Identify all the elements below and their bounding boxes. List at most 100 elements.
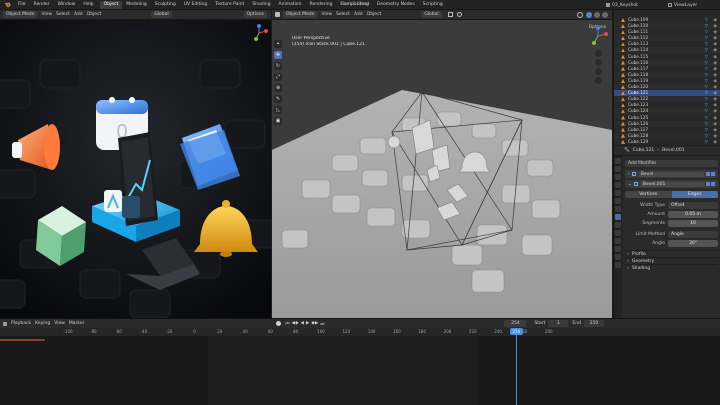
add-modifier-button[interactable]: Add Modifier [625,160,718,167]
property-value-field[interactable]: Angle [668,230,718,238]
render-menu-view[interactable]: View [41,12,52,17]
visibility-icon[interactable]: ◉ [713,139,717,145]
view-layer-tab-icon[interactable] [615,182,621,188]
menu-window[interactable]: Window [54,0,80,10]
render-options-dropdown[interactable]: Options [243,11,267,18]
proportional-edit-icon[interactable] [456,12,462,17]
pan-icon[interactable] [595,59,602,66]
timeline-ruler[interactable]: -100 -80 -60 -40 -20 0 20 40 60 80 100 120 140 160 180… [0,328,720,336]
viewport-mode-dropdown[interactable]: Object Mode [283,11,318,18]
solid-shading-icon[interactable] [586,11,592,18]
modifier-visibility-icon[interactable] [706,172,710,176]
render-menu-object[interactable]: Object [87,12,102,17]
render-menu-add[interactable]: Add [74,12,83,17]
viewport-visibility-icon[interactable] [577,11,583,18]
timeline-menu-marker[interactable]: Marker [69,321,85,326]
property-value-field[interactable]: 0.05 m [668,210,718,218]
modifier-bevel[interactable]: › Bevel [625,170,718,178]
modifier-tab-icon[interactable] [615,214,621,220]
output-tab-icon[interactable] [615,174,621,180]
prev-keyframe-icon[interactable]: ◀◆ [292,321,299,326]
camera-view-icon[interactable] [595,68,602,75]
timeline-menu-playback[interactable]: Playback [11,321,31,326]
play-reverse-icon[interactable]: ◀ [300,321,303,326]
workspace-tab-object[interactable]: Object [99,1,123,9]
playhead[interactable]: 254 [509,328,523,405]
world-tab-icon[interactable] [615,198,621,204]
render-viewport[interactable]: Object Mode View Select Add Object Globa… [0,10,271,318]
jump-end-icon[interactable]: ⏭ [320,321,324,327]
material-tab-icon[interactable] [615,254,621,260]
viewport-menu-add[interactable]: Add [354,12,363,17]
subpanel-header[interactable]: › Shading [625,264,718,271]
modifier-render-icon[interactable] [711,182,715,186]
modifier-visibility-icon[interactable] [706,182,710,186]
workspace-tab-geometry-nodes[interactable]: Geometry Nodes [373,1,419,9]
property-value-field[interactable]: 30° [668,239,718,247]
data-tab-icon[interactable] [615,246,621,252]
rendered-shading-icon[interactable] [602,11,608,18]
blender-logo-icon[interactable] [0,0,14,10]
menu-render[interactable]: Render [30,0,54,10]
workspace-tab-modeling[interactable]: Modeling [122,1,150,9]
workspace-tab-animation[interactable]: Animation [275,1,306,9]
timeline-menu-view[interactable]: View [54,321,65,326]
workspace-tab-shading[interactable]: Shading [248,1,274,9]
properties-editor[interactable]: 🔧 Cube.121 › Bevel.001 Add Modifier › Be… [613,146,720,318]
viewport-transform-dropdown[interactable]: Global [421,11,442,18]
workspace-tab-uv-editing[interactable]: UV Editing [180,1,211,9]
outliner-item[interactable]: Cube.129 ▽ ◉ [614,139,720,145]
render-mode-dropdown[interactable]: Object Mode [3,11,38,18]
jump-start-icon[interactable]: ⏮ [285,321,289,327]
modifier-render-icon[interactable] [711,172,715,176]
subpanel-header[interactable]: › Geometry [625,257,718,264]
record-icon[interactable] [276,321,282,326]
texture-tab-icon[interactable] [615,262,621,268]
play-icon[interactable]: ▶ [306,321,309,326]
outliner[interactable]: Cube.109 ▽ ◉ Cube.110 ▽ ◉ Cube.111 ▽ ◉ Cube.112 ▽ ◉… [613,10,720,145]
particles-tab-icon[interactable] [615,222,621,228]
timeline-menu-keying[interactable]: Keying [35,321,50,326]
menu-file[interactable]: File [14,0,30,10]
snap-icon[interactable] [447,12,453,17]
constraints-tab-icon[interactable] [615,238,621,244]
collapse-icon[interactable]: › [628,172,630,177]
tab-edges[interactable]: Edges [671,191,718,198]
viewport-menu-select[interactable]: Select [336,12,350,17]
start-frame-field[interactable]: 1 [548,320,569,327]
editor-type-icon[interactable] [275,12,280,17]
physics-tab-icon[interactable] [615,230,621,236]
zoom-icon[interactable] [595,50,602,57]
tool-tab-icon[interactable] [615,158,621,164]
end-frame-field[interactable]: 250 [583,320,604,327]
workspace-tab-scripting[interactable]: Scripting [419,1,447,9]
render-menu-select[interactable]: Select [56,12,70,17]
render-nav-gizmo-icon[interactable] [250,24,268,42]
ortho-toggle-icon[interactable] [595,77,602,84]
property-value-field[interactable]: 10 [668,219,718,227]
object-tab-icon[interactable] [615,206,621,212]
3d-viewport[interactable]: Object Mode View Select Add Object Globa… [272,10,612,318]
scene-selector[interactable]: 03_Keyshot [606,1,638,9]
menu-help[interactable]: Help [79,0,97,10]
current-frame-field[interactable]: 254 [504,320,527,327]
subpanel-header[interactable]: › Profile [625,250,718,257]
workspace-tab-texture-paint[interactable]: Texture Paint [211,1,248,9]
material-shading-icon[interactable] [594,11,600,18]
expand-icon[interactable]: ⌄ [628,182,632,187]
view-layer-selector[interactable]: ViewLayer [668,1,697,9]
viewport-menu-view[interactable]: View [321,12,332,17]
scene-tab-icon[interactable] [615,190,621,196]
viewport-menu-object[interactable]: Object [367,12,382,17]
property-value-field[interactable]: Offset [668,201,718,209]
viewport-nav-gizmo-icon[interactable] [588,26,608,46]
tab-vertices[interactable]: Vertices [625,191,672,198]
next-keyframe-icon[interactable]: ◆▶ [311,321,318,326]
workspace-tab-rendering[interactable]: Rendering [306,1,337,9]
render-tab-icon[interactable] [615,166,621,172]
timeline-editor-icon[interactable] [3,321,7,326]
workspace-tab-sculpting[interactable]: Sculpting [151,1,180,9]
timeline[interactable]: Playback Keying View Marker ⏮ ◀◆ ◀ ▶ ◆▶ … [0,318,720,405]
modifier-bevel-001[interactable]: ⌄ Bevel.001 [625,180,718,188]
render-transform-dropdown[interactable]: Global [151,11,172,18]
